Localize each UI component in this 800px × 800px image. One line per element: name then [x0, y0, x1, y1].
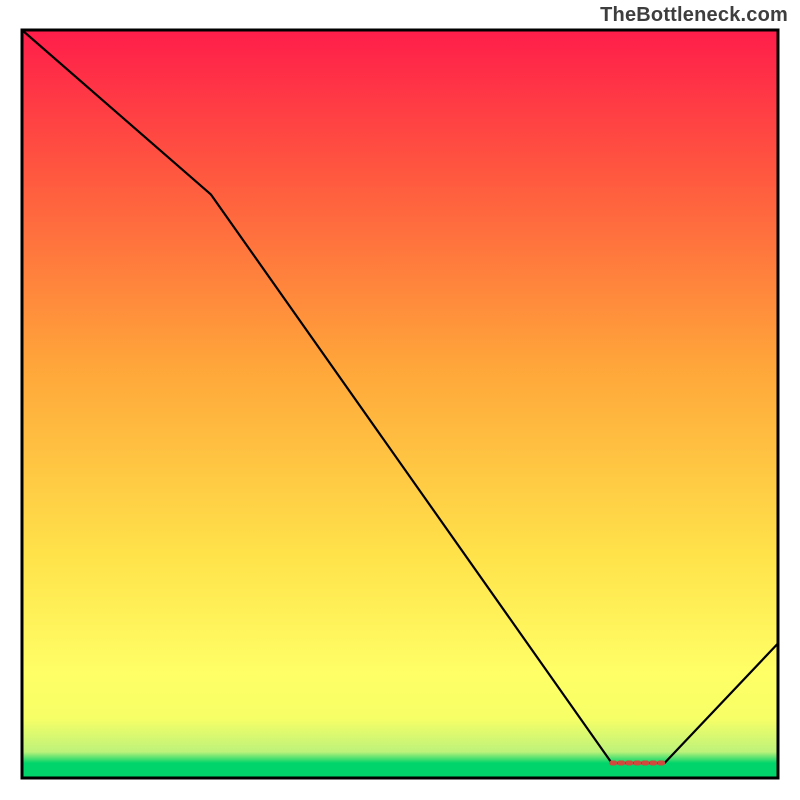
chart-svg — [0, 0, 800, 800]
plot-background — [22, 30, 778, 778]
chart-canvas: TheBottleneck.com — [0, 0, 800, 800]
